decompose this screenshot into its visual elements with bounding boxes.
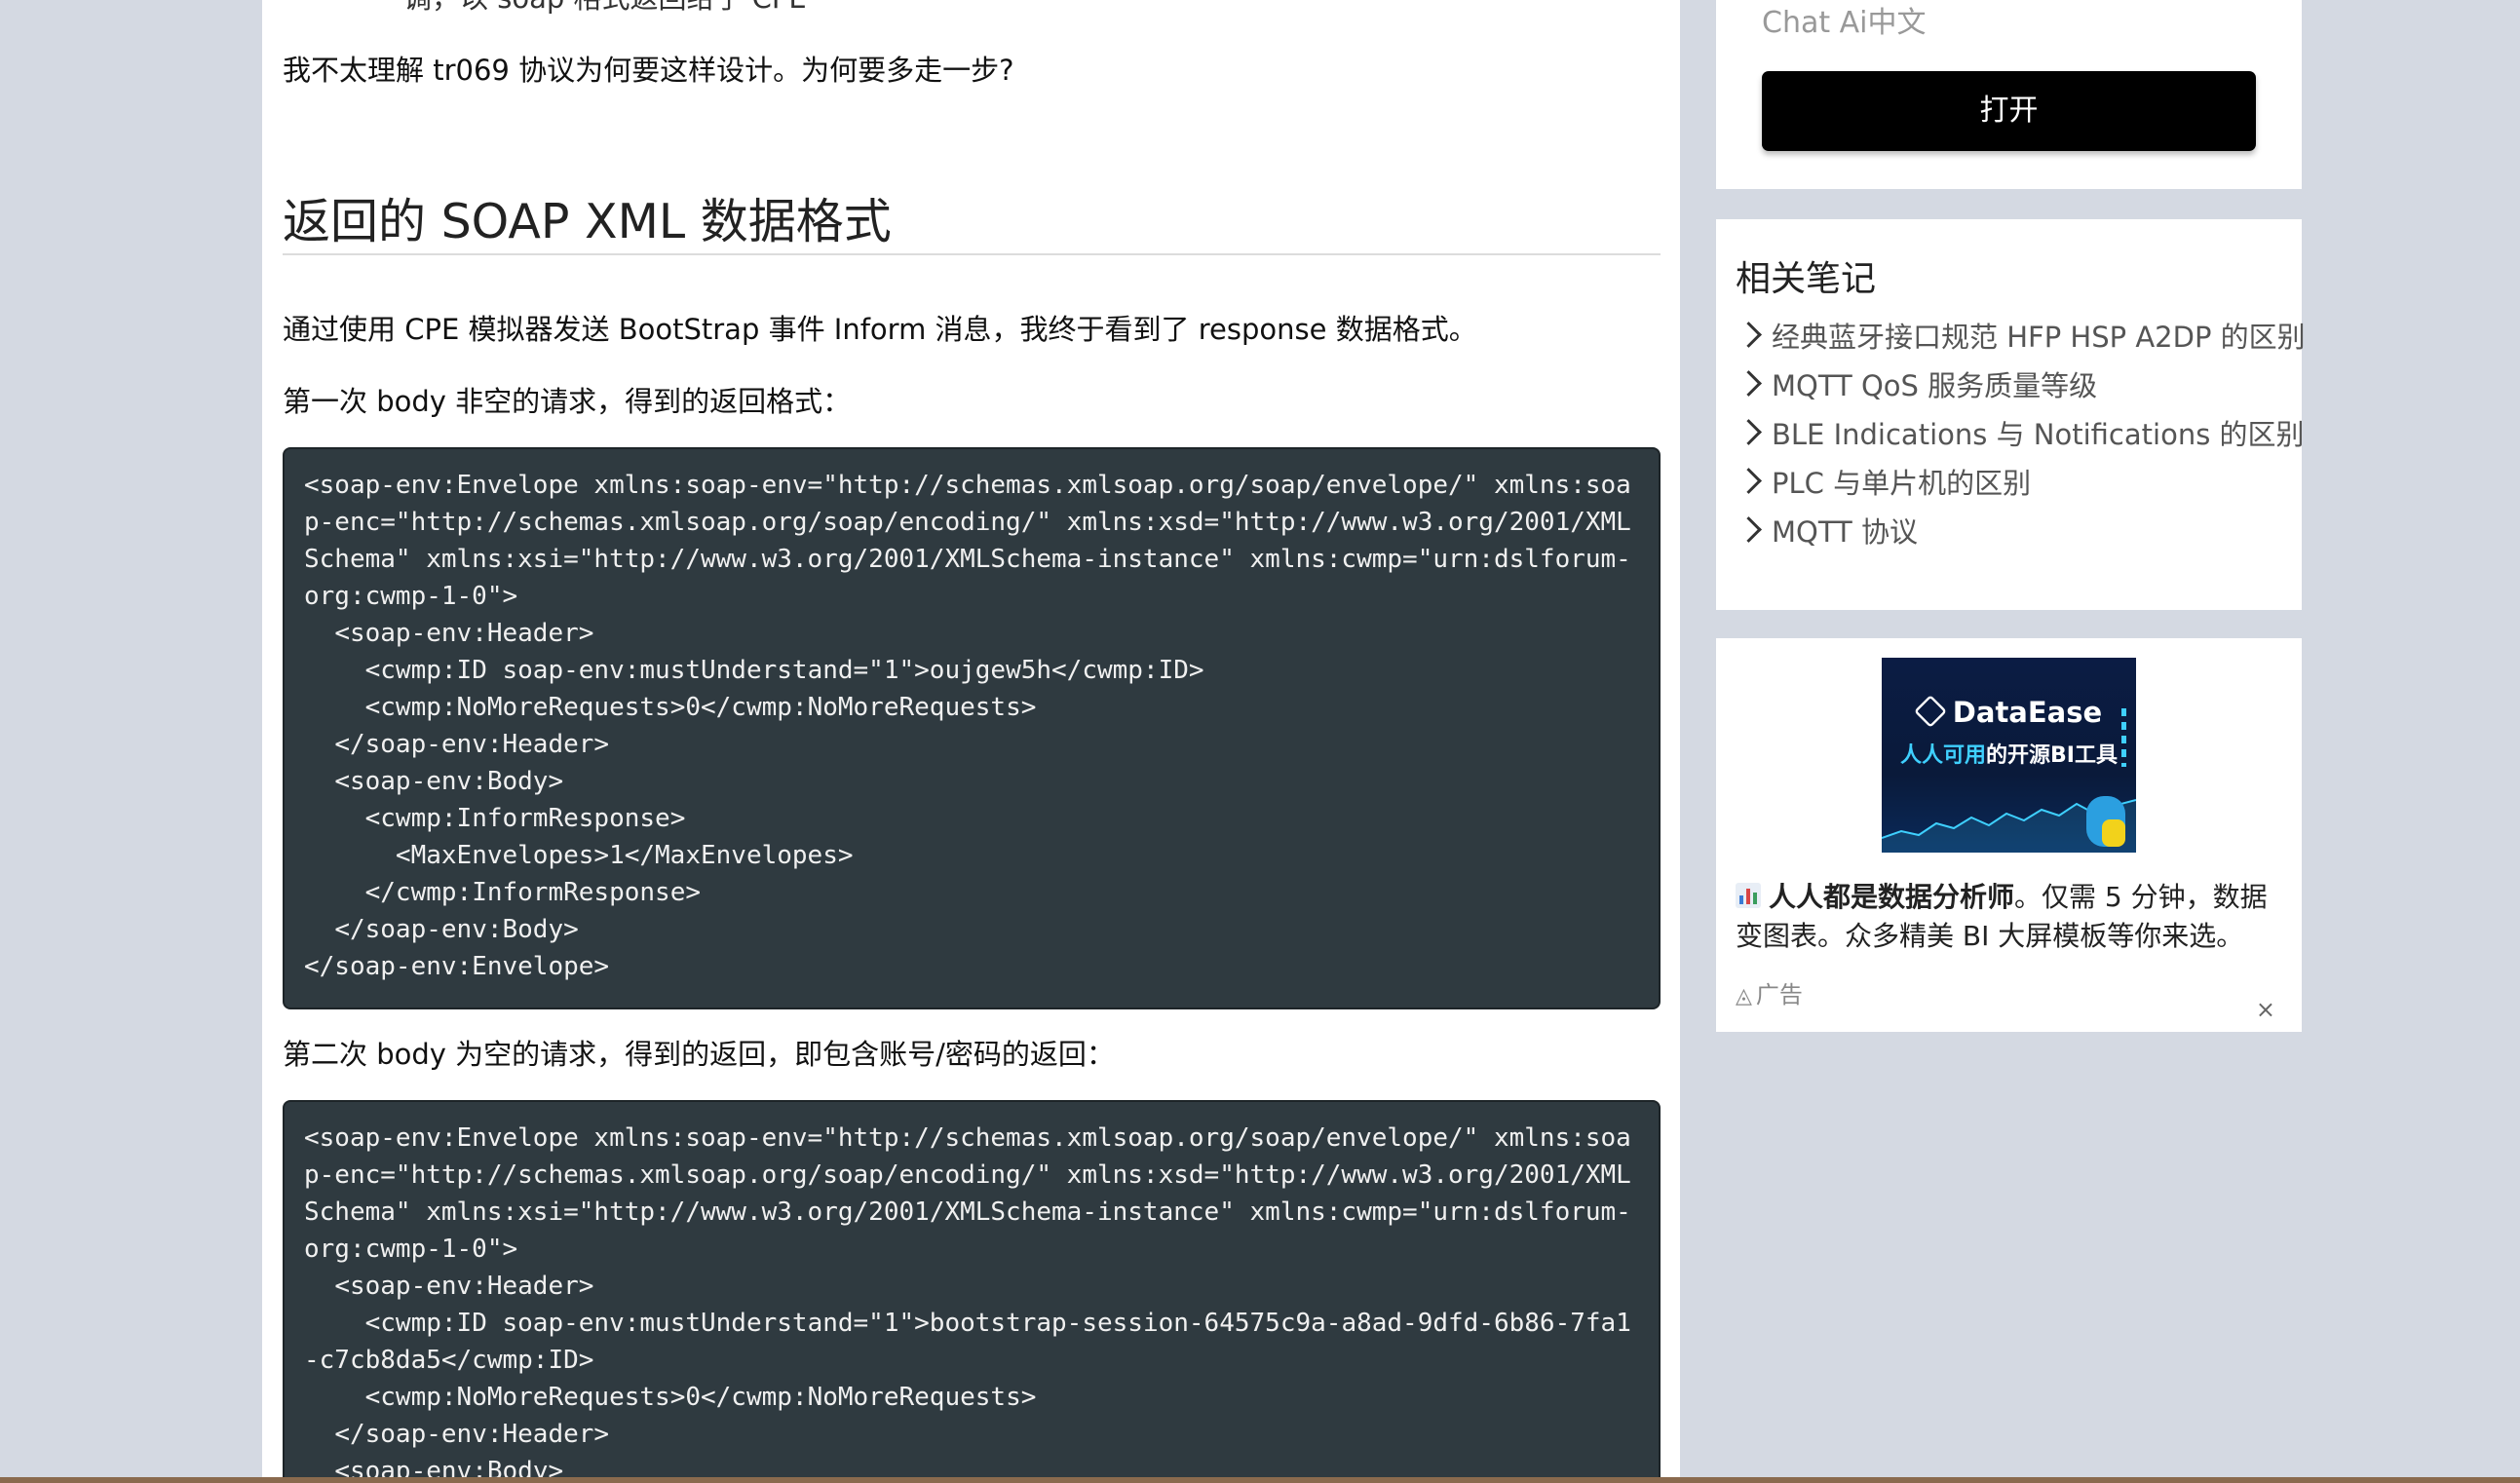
related-note-link[interactable]: BLE Indications 与 Notifications 的区别	[1736, 410, 2306, 459]
chevron-right-icon	[1736, 322, 1762, 348]
ad-line-chart-graphic	[1882, 796, 2136, 853]
chevron-right-icon	[1736, 370, 1762, 397]
ad-label-text: 广告	[1755, 981, 1803, 1008]
ad-headline: 人人都是数据分析师	[1769, 881, 2015, 913]
chevron-right-icon	[1736, 419, 1762, 445]
related-note-label: MQTT QoS 服务质量等级	[1772, 369, 2098, 402]
related-note-link[interactable]: PLC 与单片机的区别	[1736, 459, 2306, 508]
bar-chart-icon	[1736, 883, 1761, 908]
related-notes-card: 相关笔记 经典蓝牙接口规范 HFP HSP A2DP 的区别 MQTT QoS …	[1716, 219, 2306, 610]
question-paragraph: 我不太理解 tr069 协议为何要这样设计。为何要多走一步?	[283, 54, 1014, 87]
dataease-logo-icon	[1913, 695, 1947, 728]
code-text: <soap-env:Envelope xmlns:soap-env="http:…	[304, 471, 1631, 981]
code-text: <soap-env:Envelope xmlns:soap-env="http:…	[304, 1123, 1631, 1483]
ad-banner-image[interactable]: DataEase 人人可用的开源BI工具	[1882, 658, 2136, 853]
related-note-link[interactable]: MQTT 协议	[1736, 508, 2306, 556]
section-heading: 返回的 SOAP XML 数据格式	[283, 191, 1661, 255]
ad-slogan-accent: 人人可用	[1900, 743, 1987, 768]
first-request-label: 第一次 body 非空的请求，得到的返回格式：	[283, 385, 852, 418]
chevron-right-icon	[1736, 516, 1762, 543]
related-note-label: MQTT 协议	[1772, 515, 1918, 549]
ad-label: ◬ 广告	[1736, 979, 1803, 1012]
cut-off-text-line: 调，以 soap 格式返回给了 CPE	[403, 0, 807, 18]
chat-ai-text: Chat Ai中文	[1762, 6, 1927, 40]
intro-paragraph: 通过使用 CPE 模拟器发送 BootStrap 事件 Inform 消息，我终…	[283, 313, 1477, 346]
related-note-link[interactable]: MQTT QoS 服务质量等级	[1736, 361, 2306, 410]
advertisement-card: DataEase 人人可用的开源BI工具 人人都是数据分析师。仅需 5 分钟，数…	[1716, 638, 2302, 1032]
related-note-link[interactable]: 经典蓝牙接口规范 HFP HSP A2DP 的区别	[1736, 313, 2306, 361]
ad-description[interactable]: 人人都是数据分析师。仅需 5 分钟，数据变图表。众多精美 BI 大屏模板等你来选…	[1736, 878, 2281, 956]
chevron-right-icon	[1736, 468, 1762, 494]
close-icon[interactable]: ×	[2256, 998, 2275, 1021]
ad-logo-text: DataEase	[1952, 696, 2103, 729]
chat-ai-widget: Chat Ai中文 打开	[1716, 0, 2302, 189]
related-notes-title: 相关笔记	[1736, 259, 1877, 299]
second-request-label: 第二次 body 为空的请求，得到的返回，即包含账号/密码的返回：	[283, 1038, 1115, 1071]
open-button[interactable]: 打开	[1762, 71, 2256, 151]
ad-slogan-rest: 的开源BI工具	[1986, 743, 2118, 768]
ad-logo: DataEase	[1882, 695, 2136, 730]
related-notes-list: 经典蓝牙接口规范 HFP HSP A2DP 的区别 MQTT QoS 服务质量等…	[1736, 313, 2306, 556]
ad-triangle-icon: ◬	[1736, 984, 1752, 1008]
code-block-first-response: <soap-env:Envelope xmlns:soap-env="http:…	[283, 447, 1661, 1009]
related-note-label: PLC 与单片机的区别	[1772, 467, 2032, 500]
related-note-label: 经典蓝牙接口规范 HFP HSP A2DP 的区别	[1772, 321, 2306, 354]
ad-slogan: 人人可用的开源BI工具	[1882, 742, 2136, 771]
code-block-second-response: <soap-env:Envelope xmlns:soap-env="http:…	[283, 1100, 1661, 1483]
article-content: 调，以 soap 格式返回给了 CPE 我不太理解 tr069 协议为何要这样设…	[262, 0, 1680, 1483]
window-bottom-edge	[0, 1477, 2520, 1483]
related-note-label: BLE Indications 与 Notifications 的区别	[1772, 418, 2305, 451]
